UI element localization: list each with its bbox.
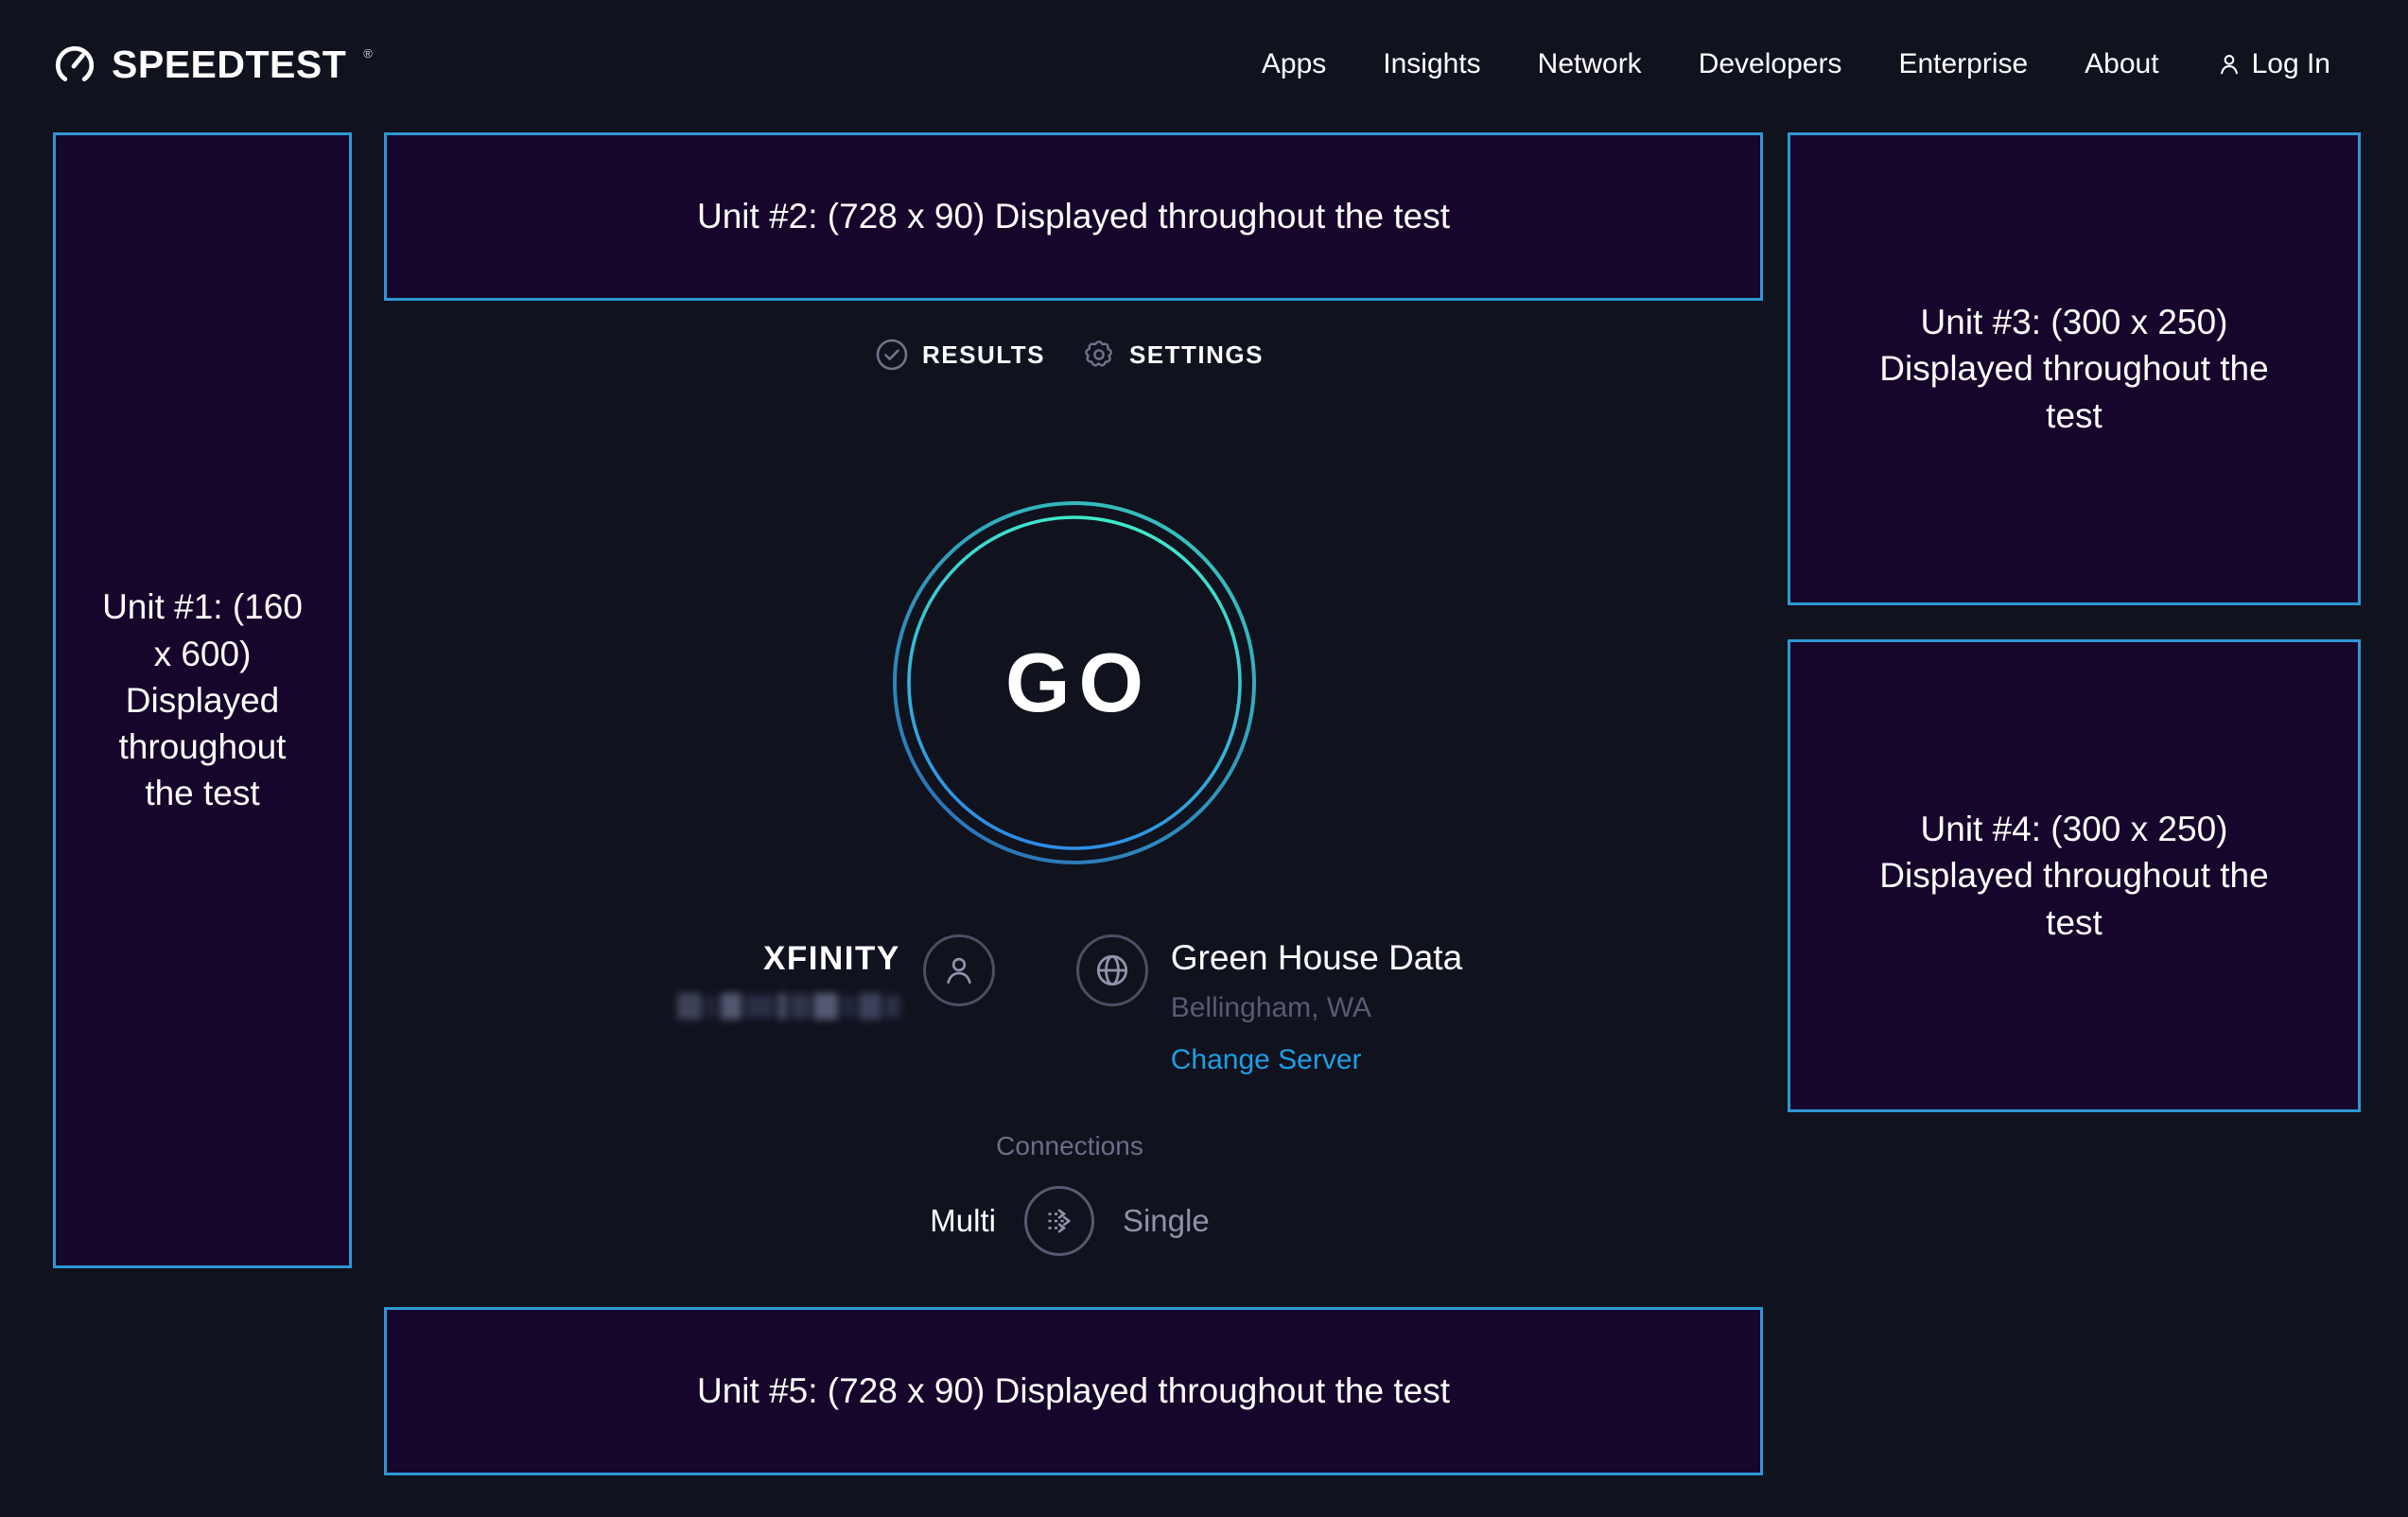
nav-item-network[interactable]: Network (1538, 48, 1642, 80)
isp-name: XFINITY (763, 940, 900, 978)
login-label: Log In (2252, 48, 2330, 80)
ad-unit-3-rectangle[interactable]: Unit #3: (300 x 250) Displayed throughou… (1788, 132, 2361, 605)
logo-wordmark: SPEEDTEST (112, 43, 346, 87)
nav-item-insights[interactable]: Insights (1383, 48, 1480, 80)
ad-unit-1-skyscraper[interactable]: Unit #1: (160 x 600) Displayed throughou… (53, 132, 352, 1268)
mode-single-label[interactable]: Single (1123, 1203, 1210, 1239)
main-navigation: Apps Insights Network Developers Enterpr… (1262, 48, 2330, 80)
tab-settings-label: SETTINGS (1129, 340, 1264, 370)
nav-item-enterprise[interactable]: Enterprise (1898, 48, 2028, 80)
nav-item-about[interactable]: About (2085, 48, 2158, 80)
server-info: Green House Data Bellingham, WA Change S… (1171, 934, 1463, 1076)
globe-icon (1092, 950, 1132, 990)
check-circle-icon (876, 339, 908, 371)
ad-unit-2-leaderboard[interactable]: Unit #2: (728 x 90) Displayed throughout… (384, 132, 1763, 301)
isp-avatar (923, 934, 995, 1006)
connections-toggle-button[interactable] (1024, 1186, 1094, 1256)
person-icon (940, 951, 978, 989)
ad-unit-3-text: Unit #3: (300 x 250) Displayed throughou… (1866, 299, 2282, 439)
go-label: GO (891, 499, 1258, 866)
tab-settings[interactable]: SETTINGS (1083, 339, 1264, 371)
speedtest-page: SPEEDTEST ® Apps Insights Network Develo… (0, 0, 2408, 1517)
server-globe-badge (1076, 934, 1148, 1006)
trademark-symbol: ® (363, 47, 373, 60)
mode-multi-label[interactable]: Multi (930, 1203, 996, 1239)
ad-unit-4-text: Unit #4: (300 x 250) Displayed throughou… (1866, 806, 2282, 946)
tabs-row: RESULTS SETTINGS (352, 339, 1788, 371)
connection-info-row: XFINITY (352, 934, 1788, 1076)
change-server-link[interactable]: Change Server (1171, 1044, 1362, 1076)
nav-item-apps[interactable]: Apps (1262, 48, 1326, 80)
connections-section: Connections Multi Single (352, 1131, 1788, 1256)
ad-unit-2-text: Unit #2: (728 x 90) Displayed throughout… (697, 193, 1450, 239)
tab-results[interactable]: RESULTS (876, 339, 1045, 371)
connections-label: Connections (996, 1131, 1143, 1161)
nav-item-developers[interactable]: Developers (1699, 48, 1842, 80)
multi-arrows-icon (1039, 1201, 1079, 1241)
ad-unit-5-leaderboard[interactable]: Unit #5: (728 x 90) Displayed throughout… (384, 1307, 1763, 1475)
ad-unit-5-text: Unit #5: (728 x 90) Displayed throughout… (697, 1368, 1450, 1414)
isp-info: XFINITY (677, 934, 900, 1021)
login-button[interactable]: Log In (2216, 48, 2330, 80)
top-nav-bar: SPEEDTEST ® Apps Insights Network Develo… (0, 0, 2408, 129)
redacted-ip-address (677, 991, 900, 1021)
ad-unit-1-text: Unit #1: (160 x 600) Displayed throughou… (96, 584, 308, 816)
speedometer-gauge-icon (53, 43, 96, 86)
speedtest-logo[interactable]: SPEEDTEST ® (53, 43, 371, 87)
go-button[interactable]: GO (891, 499, 1258, 866)
gear-icon (1083, 339, 1115, 371)
ad-unit-4-rectangle[interactable]: Unit #4: (300 x 250) Displayed throughou… (1788, 639, 2361, 1112)
user-icon (2216, 51, 2242, 78)
tab-results-label: RESULTS (922, 340, 1045, 370)
server-name: Green House Data (1171, 938, 1463, 978)
server-location: Bellingham, WA (1171, 992, 1371, 1024)
connections-mode-row: Multi Single (930, 1186, 1209, 1256)
